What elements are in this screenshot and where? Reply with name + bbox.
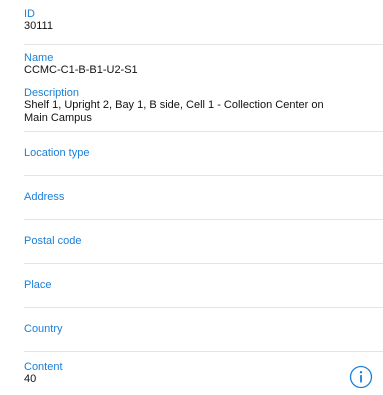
field-description-value-line1: Shelf 1, Upright 2, Bay 1, B side, Cell … — [24, 99, 324, 111]
info-icon[interactable] — [349, 365, 373, 389]
separator — [24, 263, 383, 264]
field-name-value: CCMC-C1-B-B1-U2-S1 — [24, 64, 138, 76]
info-circle-icon — [349, 365, 373, 389]
field-id: ID 30111 — [0, 8, 383, 33]
separator — [24, 131, 383, 132]
separator — [24, 175, 383, 176]
field-location-type-label[interactable]: Location type — [24, 146, 89, 160]
field-content-value: 40 — [24, 373, 37, 385]
field-name: Name CCMC-C1-B-B1-U2-S1 — [0, 52, 383, 77]
field-description-value-line2: Main Campus — [24, 112, 92, 124]
separator — [24, 307, 383, 308]
field-description: Description Shelf 1, Upright 2, Bay 1, B… — [0, 87, 383, 125]
field-description-label: Description — [24, 87, 80, 99]
field-content-label: Content — [24, 361, 63, 373]
separator — [24, 351, 383, 352]
field-name-label: Name — [24, 52, 54, 64]
field-content: Content 40 — [0, 361, 383, 386]
separator — [24, 44, 383, 45]
field-id-label: ID — [24, 8, 35, 20]
field-address-label[interactable]: Address — [24, 190, 64, 204]
separator — [24, 219, 383, 220]
field-id-value: 30111 — [24, 20, 53, 32]
field-country-label[interactable]: Country — [24, 322, 63, 336]
field-place-label[interactable]: Place — [24, 278, 52, 292]
field-postal-code-label[interactable]: Postal code — [24, 234, 81, 248]
